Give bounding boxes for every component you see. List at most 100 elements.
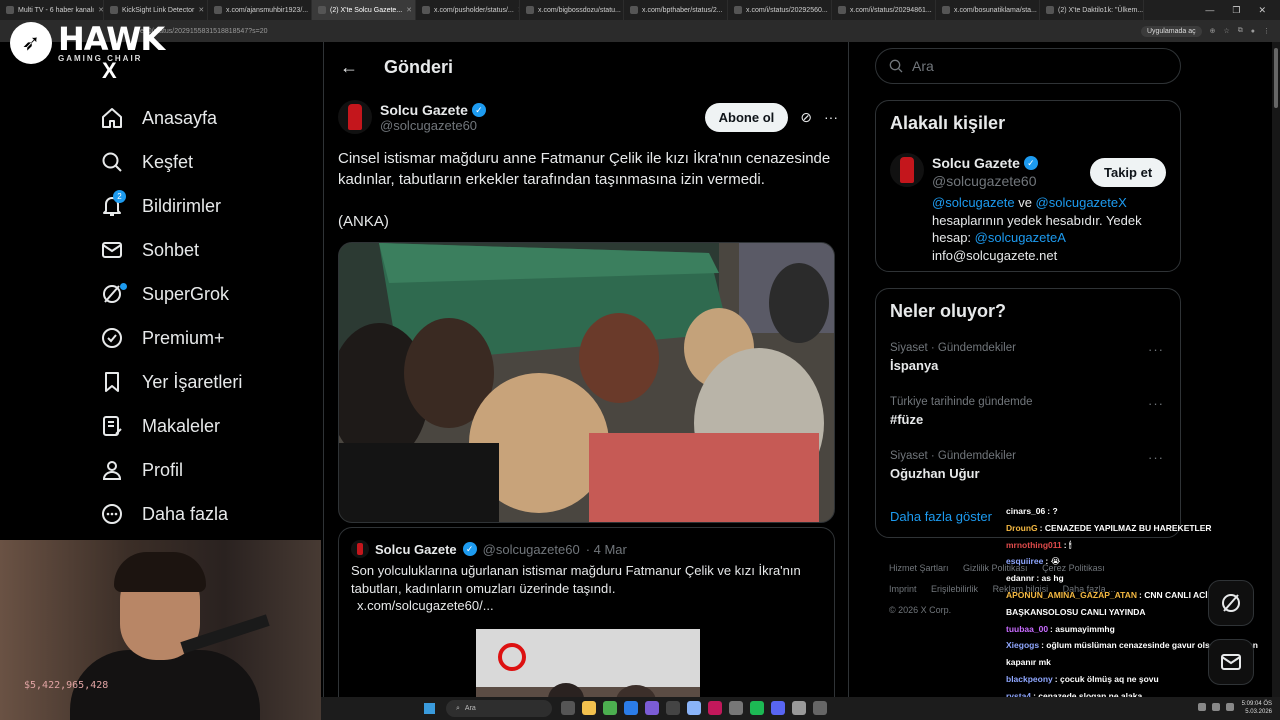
app-icon[interactable] — [729, 701, 743, 715]
nav-item-explore[interactable]: Keşfet — [100, 140, 242, 184]
subscribe-button[interactable]: Abone ol — [704, 102, 789, 132]
search-input[interactable]: Ara — [875, 48, 1181, 84]
related-user-name[interactable]: Solcu Gazete — [932, 155, 1020, 171]
follow-button[interactable]: Takip et — [1090, 158, 1167, 187]
close-tab-icon[interactable]: ✕ — [198, 6, 204, 14]
taskbar-clock[interactable]: 5:09:04 ÖS 5.03.2026 — [1242, 700, 1272, 716]
chrome-icon[interactable] — [603, 701, 617, 715]
chat-username[interactable]: esquiiree — [1006, 556, 1043, 566]
grok-explain-icon[interactable]: ⊘ — [800, 109, 812, 126]
more-options-icon[interactable]: ··· — [824, 109, 838, 125]
trend-item[interactable]: Türkiye tarihinde gündemde #füze ··· — [890, 396, 1170, 427]
windows-start-icon[interactable] — [424, 703, 435, 714]
browser-tab[interactable]: x.com/pusholder/status/...✕ — [416, 0, 520, 20]
profile-icon[interactable]: ● — [1251, 28, 1255, 35]
related-user-handle[interactable]: @solcugazete60 — [932, 173, 1037, 189]
browser-tab[interactable]: (2) X'te Daktilo1k: "Ülkem...✕ — [1040, 0, 1144, 20]
wifi-icon[interactable] — [1212, 703, 1220, 711]
browser-tab[interactable]: KickSight Link Detector ✕ — [104, 0, 208, 20]
tab-favicon-icon — [110, 6, 118, 14]
post-source: (ANKA) — [338, 213, 389, 230]
extensions-icon[interactable]: ⧉ — [1238, 27, 1243, 35]
folder-icon[interactable] — [582, 701, 596, 715]
zoom-icon[interactable]: ⊕ — [1210, 27, 1216, 35]
avatar[interactable] — [338, 100, 372, 134]
nav-item-notifications[interactable]: 2 Bildirimler — [100, 184, 242, 228]
discord-icon[interactable] — [771, 701, 785, 715]
browser-tab-active[interactable]: (2) X'te Solcu Gazete... ✕ — [312, 0, 416, 20]
footer-link[interactable]: Imprint — [889, 584, 917, 594]
minimize-icon[interactable]: — — [1205, 5, 1214, 16]
tray-icon[interactable] — [1198, 703, 1206, 711]
taskbar-apps — [561, 701, 827, 715]
nav-item-profile[interactable]: Profil — [100, 448, 242, 492]
app-icon[interactable] — [645, 701, 659, 715]
app-icon[interactable] — [813, 701, 827, 715]
nav-item-supergrok[interactable]: SuperGrok — [100, 272, 242, 316]
quoted-post[interactable]: Solcu Gazete ✓ @solcugazete60 · 4 Mar So… — [338, 527, 835, 720]
nav-item-articles[interactable]: Makaleler — [100, 404, 242, 448]
hawk-logo: ➶ HAWK GAMING CHAIR — [10, 22, 165, 64]
more-options-icon[interactable]: ··· — [1148, 450, 1164, 465]
quoted-avatar — [351, 540, 369, 558]
chat-username[interactable]: blackpeony — [1006, 674, 1053, 684]
close-tab-icon[interactable]: ✕ — [406, 6, 412, 14]
browser-tab[interactable]: Multi TV - 6 haber kanalı ✕ — [0, 0, 104, 20]
nav-item-home[interactable]: Anasayfa — [100, 96, 242, 140]
show-more-link[interactable]: Daha fazla göster — [890, 509, 992, 524]
open-in-app-button[interactable]: Uygulamada aç — [1140, 25, 1202, 37]
footer-link[interactable]: Erişilebilirlik — [931, 584, 978, 594]
chat-username[interactable]: cinars_06 — [1006, 506, 1045, 516]
bio-link[interactable]: @solcugazeteX — [1036, 195, 1127, 210]
footer-link[interactable]: Hizmet Şartları — [889, 563, 949, 573]
nav-item-chat[interactable]: Sohbet — [100, 228, 242, 272]
maximize-icon[interactable]: ❐ — [1232, 5, 1240, 16]
trend-item[interactable]: Siyaset · Gündemdekiler Oğuzhan Uğur ··· — [890, 450, 1170, 481]
browser-tab[interactable]: x.com/bigbossdozu/statu...✕ — [520, 0, 624, 20]
edge-icon[interactable] — [624, 701, 638, 715]
bio-link[interactable]: @solcugazete — [932, 195, 1015, 210]
browser-tab[interactable]: x.com/bosunatiklama/sta...✕ — [936, 0, 1040, 20]
quoted-link[interactable]: x.com/solcugazete60/... — [357, 598, 494, 613]
app-icon[interactable] — [792, 701, 806, 715]
scrollbar-thumb[interactable] — [1274, 48, 1278, 108]
nav-item-premium[interactable]: Premium+ — [100, 316, 242, 360]
chat-username[interactable]: Xiegogs — [1006, 640, 1039, 650]
chat-username[interactable]: DrounG — [1006, 523, 1038, 533]
app-icon[interactable] — [561, 701, 575, 715]
quoted-text: Son yolculuklarına uğurlanan istismar ma… — [351, 563, 801, 596]
app-icon[interactable] — [687, 701, 701, 715]
author-name[interactable]: Solcu Gazete — [380, 102, 468, 118]
address-bar[interactable]: e60/status/2029155831518818547?s=20 Uygu… — [0, 20, 1280, 42]
trend-item[interactable]: Siyaset · Gündemdekiler İspanya ··· — [890, 342, 1170, 373]
close-window-icon[interactable]: ✕ — [1258, 5, 1266, 16]
chat-username[interactable]: APONUN_AMINA_GAZAP_ATAN — [1006, 590, 1137, 600]
more-options-icon[interactable]: ··· — [1148, 396, 1164, 411]
more-options-icon[interactable]: ··· — [1148, 342, 1164, 357]
browser-tab[interactable]: x.com/i/status/20292560...✕ — [728, 0, 832, 20]
browser-tab[interactable]: x.com/bpthaber/status/2...✕ — [624, 0, 728, 20]
nav-item-bookmarks[interactable]: Yer İşaretleri — [100, 360, 242, 404]
chat-username[interactable]: mrnothing011 — [1006, 540, 1062, 550]
author-handle[interactable]: @solcugazete60 — [380, 118, 486, 133]
taskbar-search[interactable]: ⌕ Ara — [446, 700, 552, 717]
post-video[interactable] — [338, 242, 835, 523]
avatar[interactable] — [890, 153, 924, 187]
grok-button[interactable] — [1208, 580, 1254, 626]
messages-button[interactable] — [1208, 639, 1254, 685]
nav-item-more[interactable]: Daha fazla — [100, 492, 242, 536]
bookmark-icon — [105, 372, 119, 392]
money-counter: $5,422,965,428 — [24, 680, 109, 691]
back-arrow-icon[interactable]: ← — [340, 57, 358, 78]
spotify-icon[interactable] — [750, 701, 764, 715]
chat-username[interactable]: edannr — [1006, 573, 1034, 583]
browser-tab[interactable]: x.com/ajansmuhbir1923/...✕ — [208, 0, 312, 20]
volume-icon[interactable] — [1226, 703, 1234, 711]
app-icon[interactable] — [666, 701, 680, 715]
app-icon[interactable] — [708, 701, 722, 715]
bio-link[interactable]: @solcugazeteA — [975, 230, 1066, 245]
browser-tab[interactable]: x.com/i/status/20294861...✕ — [832, 0, 936, 20]
menu-icon[interactable]: ⋮ — [1263, 27, 1270, 35]
star-icon[interactable]: ☆ — [1223, 27, 1229, 35]
chat-username[interactable]: tuubaa_00 — [1006, 624, 1048, 634]
